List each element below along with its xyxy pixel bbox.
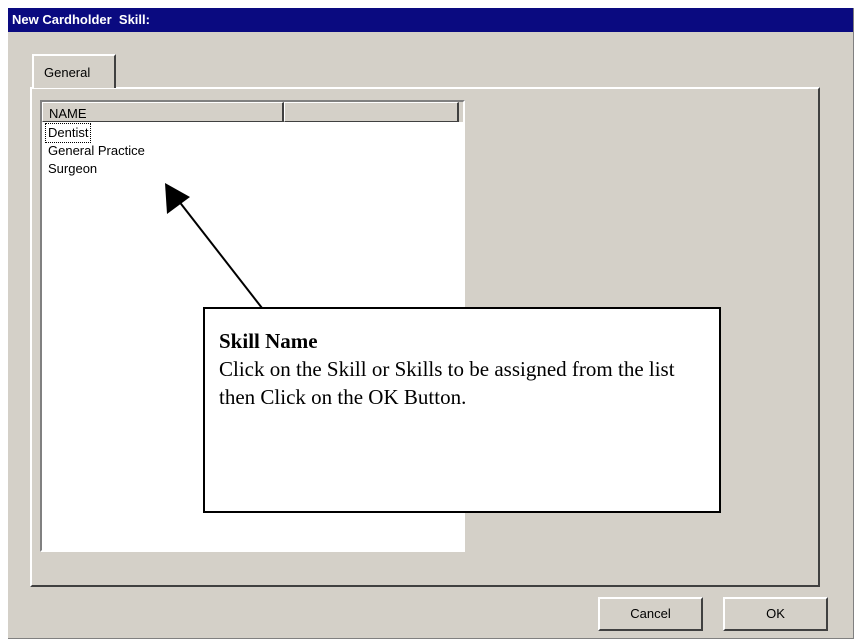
callout-arrow xyxy=(165,183,263,309)
